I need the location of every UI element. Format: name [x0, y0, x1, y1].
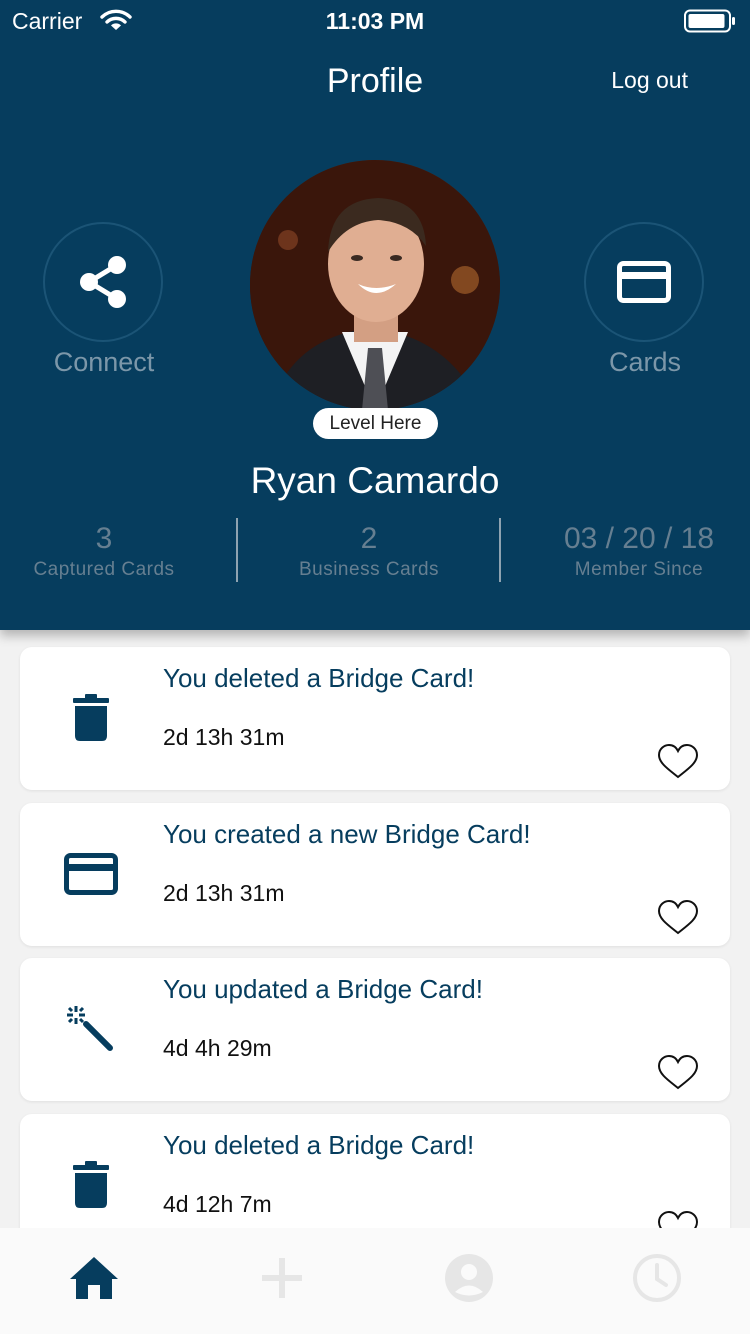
activity-card[interactable]: You deleted a Bridge Card! 4d 12h 7m	[20, 1114, 730, 1228]
plus-icon	[262, 1258, 302, 1298]
stat-divider	[499, 518, 501, 582]
stat-value: 03 / 20 / 18	[563, 522, 715, 555]
stat-value: 2	[360, 522, 378, 555]
stat-label: Captured Cards	[33, 559, 175, 580]
clock-time: 11:03 PM	[325, 8, 425, 34]
tab-add[interactable]	[252, 1248, 312, 1308]
cards-button[interactable]	[584, 222, 704, 342]
share-icon	[80, 256, 126, 308]
battery-icon	[684, 9, 736, 38]
user-icon	[445, 1254, 493, 1302]
tab-profile[interactable]	[439, 1248, 499, 1308]
profile-header: Carrier 11:03 PM Profile Log out Connect…	[0, 0, 750, 630]
activity-title: You created a new Bridge Card!	[163, 819, 531, 849]
activity-title: You updated a Bridge Card!	[163, 974, 483, 1004]
activity-title: You deleted a Bridge Card!	[163, 663, 475, 693]
stat-value: 3	[95, 522, 113, 555]
connect-label: Connect	[53, 347, 155, 377]
avatar[interactable]	[250, 160, 500, 410]
tab-bar	[0, 1228, 750, 1334]
tab-home[interactable]	[64, 1248, 124, 1308]
user-name: Ryan Camardo	[250, 460, 500, 501]
activity-card[interactable]: You updated a Bridge Card! 4d 4h 29m	[20, 958, 730, 1101]
activity-time: 4d 12h 7m	[163, 1191, 272, 1217]
heart-icon[interactable]	[656, 899, 700, 937]
activity-feed[interactable]: You deleted a Bridge Card! 2d 13h 31m Yo…	[0, 630, 750, 1228]
clock-icon	[633, 1254, 681, 1302]
magic-wand-icon	[60, 998, 122, 1060]
home-icon	[70, 1257, 118, 1299]
stat-member-since: 03 / 20 / 18 Member Since	[528, 520, 750, 582]
tab-history[interactable]	[627, 1248, 687, 1308]
connect-button[interactable]	[43, 222, 163, 342]
activity-time: 2d 13h 31m	[163, 880, 285, 906]
level-badge: Level Here	[313, 408, 438, 439]
heart-icon[interactable]	[656, 1210, 700, 1228]
activity-card[interactable]: You created a new Bridge Card! 2d 13h 31…	[20, 803, 730, 946]
stat-captured-cards: 3 Captured Cards	[0, 520, 208, 582]
activity-time: 4d 4h 29m	[163, 1035, 272, 1061]
heart-icon[interactable]	[656, 743, 700, 781]
credit-card-icon	[617, 261, 671, 303]
stat-label: Member Since	[574, 559, 704, 580]
cards-label: Cards	[608, 347, 682, 377]
status-bar: Carrier 11:03 PM	[0, 0, 750, 40]
activity-title: You deleted a Bridge Card!	[163, 1130, 475, 1160]
logout-button[interactable]: Log out	[611, 67, 688, 94]
activity-card[interactable]: You deleted a Bridge Card! 2d 13h 31m	[20, 647, 730, 790]
heart-icon[interactable]	[656, 1054, 700, 1092]
credit-card-icon	[60, 843, 122, 905]
stat-label: Business Cards	[298, 559, 440, 580]
stat-business-cards: 2 Business Cards	[238, 520, 500, 582]
activity-time: 2d 13h 31m	[163, 724, 285, 750]
trash-icon	[60, 1154, 122, 1216]
trash-icon	[60, 687, 122, 749]
